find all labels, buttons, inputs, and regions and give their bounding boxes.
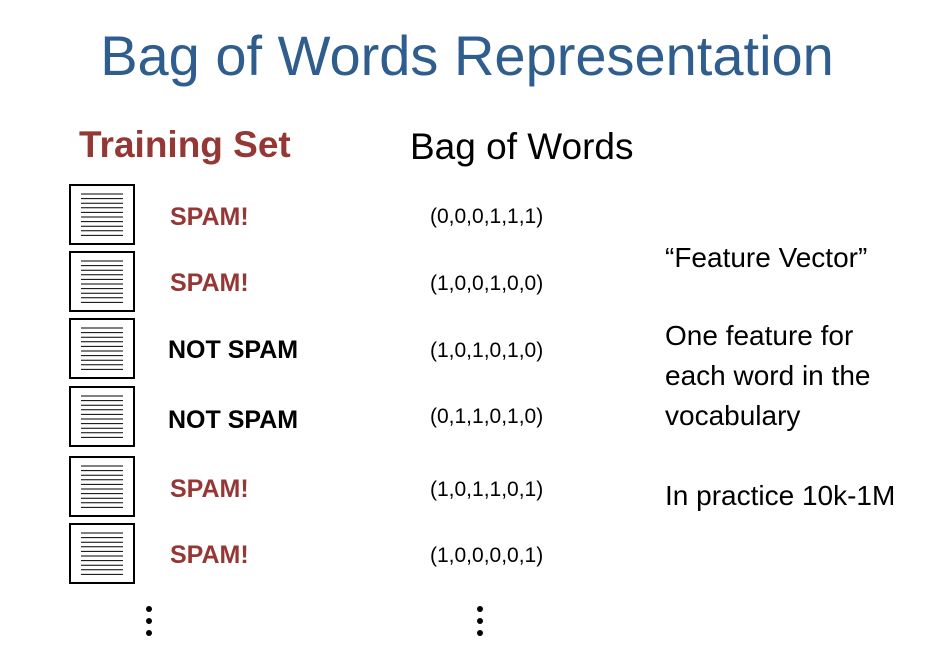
document-icon	[69, 456, 135, 517]
feature-vector-note: “Feature Vector”	[665, 242, 868, 273]
row-label-spam: SPAM!	[170, 269, 249, 297]
in-practice-note: In practice 10k-1M	[665, 480, 896, 511]
training-set-heading: Training Set	[79, 124, 291, 165]
feature-vector: (0,1,1,0,1,0)	[430, 405, 544, 428]
vertical-ellipsis-icon	[477, 606, 487, 642]
document-icon	[69, 318, 135, 379]
feature-vector: (1,0,1,0,1,0)	[430, 339, 544, 362]
one-feature-note-line-3: vocabulary	[665, 400, 801, 431]
vertical-ellipsis-icon	[146, 606, 156, 642]
feature-vector: (1,0,0,0,0,1)	[430, 544, 544, 567]
document-icon	[69, 523, 135, 584]
bag-of-words-heading: Bag of Words	[410, 126, 634, 167]
document-icon	[69, 184, 135, 245]
feature-vector: (1,0,0,1,0,0)	[430, 272, 544, 295]
feature-vector: (0,0,0,1,1,1)	[430, 205, 544, 228]
feature-vector: (1,0,1,1,0,1)	[430, 478, 544, 501]
document-icon	[69, 386, 135, 447]
one-feature-note-line-1: One feature for	[665, 320, 854, 351]
row-label-spam: SPAM!	[170, 475, 249, 503]
one-feature-note-line-2: each word in the	[665, 360, 871, 391]
row-label-spam: SPAM!	[170, 203, 249, 231]
row-label-spam: SPAM!	[170, 541, 249, 569]
row-label-not-spam: NOT SPAM	[168, 336, 299, 364]
document-icon	[69, 251, 135, 312]
slide-title: Bag of Words Representation	[100, 24, 834, 87]
row-label-not-spam: NOT SPAM	[168, 406, 299, 434]
